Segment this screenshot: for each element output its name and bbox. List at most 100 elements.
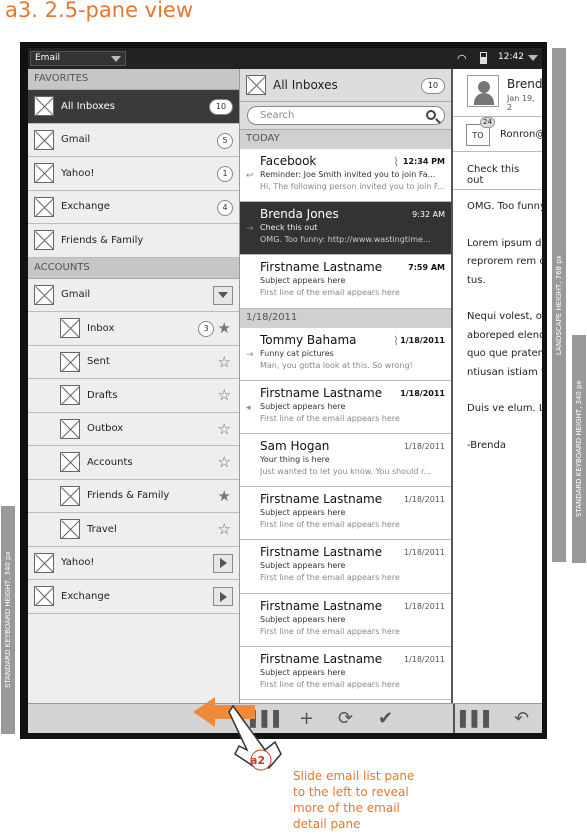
placeholder-icon — [60, 485, 80, 506]
folder-travel[interactable]: Travel ☆ — [28, 513, 239, 547]
account-exchange[interactable]: Exchange — [28, 580, 239, 614]
message-item[interactable]: Firstname Lastname Subject appears here Fi… — [240, 487, 451, 541]
message-item[interactable]: Sam Hogan Your thing is here Just wanted t… — [240, 434, 451, 488]
star-filled-icon[interactable]: ★ — [218, 487, 231, 505]
favorite-yahoo[interactable]: Yahoo! 1 — [28, 157, 239, 191]
count-badge: 10 — [209, 99, 233, 115]
chevron-down-icon — [218, 292, 228, 298]
account-label: Exchange — [61, 590, 110, 602]
message-item[interactable]: Firstname Lastname Subject appears here Fi… — [240, 255, 451, 309]
chevron-right-icon — [219, 591, 227, 602]
message-subject: Subject appears here — [260, 667, 346, 677]
placeholder-icon — [34, 586, 54, 607]
avatar — [467, 75, 499, 107]
placeholder-icon — [34, 230, 54, 251]
status-bar: Email ◠ 12:42 — [28, 48, 542, 69]
reply-icon: ↩ — [246, 171, 254, 181]
placeholder-icon — [34, 96, 54, 117]
sender-name: Brend — [507, 77, 542, 91]
date-section-today: TODAY — [240, 130, 451, 149]
pane-divider[interactable] — [453, 704, 455, 733]
folder-drafts[interactable]: Drafts ☆ — [28, 379, 239, 413]
message-date: 7:59 AM — [408, 263, 445, 273]
search-icon[interactable] — [426, 110, 436, 120]
star-filled-icon[interactable]: ★ — [218, 319, 231, 337]
message-subject: Subject appears here — [260, 614, 346, 624]
favorite-all-inboxes[interactable]: All Inboxes 10 — [28, 90, 239, 124]
star-icon[interactable]: ☆ — [218, 353, 231, 371]
favorite-exchange[interactable]: Exchange 4 — [28, 191, 239, 224]
message-subject: Reminder: Joe Smith invited you to join … — [260, 170, 436, 179]
account-yahoo[interactable]: Yahoo! — [28, 547, 239, 580]
status-right: ◠ 12:42 — [452, 51, 542, 66]
message-subject: Subject appears here — [260, 276, 346, 286]
chevron-down-icon[interactable] — [528, 55, 538, 61]
expand-button[interactable] — [213, 553, 233, 573]
columns-icon[interactable]: ▌▌▌ — [460, 710, 495, 728]
message-item[interactable]: Firstname Lastname Subject appears here Fi… — [240, 540, 451, 594]
star-icon[interactable]: ☆ — [218, 386, 231, 404]
message-subject: Subject appears here — [260, 561, 346, 571]
list-title: All Inboxes — [273, 78, 338, 92]
message-item[interactable]: Tommy Bahama Funny cat pictures Man, you g… — [240, 328, 451, 381]
a2-label: a2 — [250, 754, 266, 767]
message-subject: Check this out — [260, 223, 318, 233]
message-subject: Subject appears here — [260, 401, 346, 411]
message-preview: OMG. Too funny: http://www.wastingtime..… — [260, 235, 431, 245]
folder-outbox[interactable]: Outbox ☆ — [28, 413, 239, 446]
checkmark-icon[interactable]: ✔ — [378, 708, 393, 729]
message-subject: Your thing is here — [260, 454, 330, 464]
message-preview: Just wanted to let you know. You should … — [260, 466, 432, 476]
search-input[interactable]: Search — [247, 106, 445, 125]
date-section: 1/18/2011 — [240, 308, 451, 328]
message-item[interactable]: Brenda Jones Check this out OMG. Too funny… — [240, 202, 451, 256]
message-item[interactable]: Firstname Lastname Subject appears here Fi… — [240, 381, 451, 434]
message-item[interactable]: Firstname Lastname Subject appears here Fi… — [240, 594, 451, 647]
compose-plus-icon[interactable]: + — [299, 708, 314, 729]
body-paragraph: Lorem ipsum d tatur, is volupti reprorem… — [467, 237, 542, 286]
accounts-header: ACCOUNTS — [28, 257, 239, 279]
placeholder-icon — [60, 418, 80, 439]
favorite-label: Exchange — [61, 201, 110, 213]
refresh-icon[interactable]: ⟳ — [338, 708, 353, 729]
sender-header: Brend Jan 19, 2 — [453, 69, 542, 117]
folder-label: Inbox — [87, 322, 115, 334]
folder-pane: FAVORITES All Inboxes 10 Gmail 5 Yahoo! 1 E… — [28, 69, 240, 703]
favorite-label: All Inboxes — [61, 100, 115, 112]
favorites-header: FAVORITES — [28, 69, 239, 90]
forward-icon: → — [246, 349, 254, 360]
message-date: Jan 19, 2 — [507, 94, 535, 112]
message-subject: Subject appears here — [260, 508, 346, 518]
message-item[interactable]: Facebook Reminder: Joe Smith invited you … — [240, 149, 451, 203]
account-selector[interactable]: Email — [30, 51, 126, 66]
message-date: 1/18/2011 — [400, 388, 445, 398]
message-date: 1/18/2011 — [400, 335, 445, 345]
favorite-gmail[interactable]: Gmail 5 — [28, 124, 239, 157]
search-bar: Search — [240, 102, 451, 130]
folder-inbox[interactable]: Inbox 3 ★ — [28, 312, 239, 346]
collapse-button[interactable] — [213, 285, 233, 305]
list-header: All Inboxes 10 — [240, 69, 451, 102]
placeholder-icon — [34, 552, 54, 573]
message-list-pane: All Inboxes 10 Search TODAY Facebook Remin… — [240, 69, 453, 703]
folder-friends-family[interactable]: Friends & Family ★ — [28, 480, 239, 513]
wifi-icon: ◠ — [457, 52, 467, 65]
recipients-bar[interactable]: TO 24 Ronron@ — [453, 117, 542, 152]
recipient-name: Ronron@ — [500, 129, 542, 140]
placeholder-icon — [34, 196, 54, 217]
placeholder-icon — [34, 129, 54, 150]
body-paragraph: -Brenda — [467, 439, 506, 451]
folder-label: Outbox — [87, 423, 124, 435]
star-icon[interactable]: ☆ — [218, 520, 231, 538]
folder-accounts[interactable]: Accounts ☆ — [28, 446, 239, 480]
star-icon[interactable]: ☆ — [218, 453, 231, 471]
account-gmail[interactable]: Gmail — [28, 279, 239, 312]
reply-icon[interactable]: ↶ — [514, 708, 529, 729]
star-icon[interactable]: ☆ — [218, 420, 231, 438]
expand-button[interactable] — [213, 587, 233, 606]
message-item[interactable]: Firstname Lastname Subject appears here Fi… — [240, 647, 451, 700]
favorite-friends-family[interactable]: Friends & Family — [28, 224, 239, 258]
body-paragraph: Duis ve elum. L — [467, 403, 542, 414]
recipient-count-badge: 24 — [480, 117, 495, 128]
folder-sent[interactable]: Sent ☆ — [28, 346, 239, 379]
